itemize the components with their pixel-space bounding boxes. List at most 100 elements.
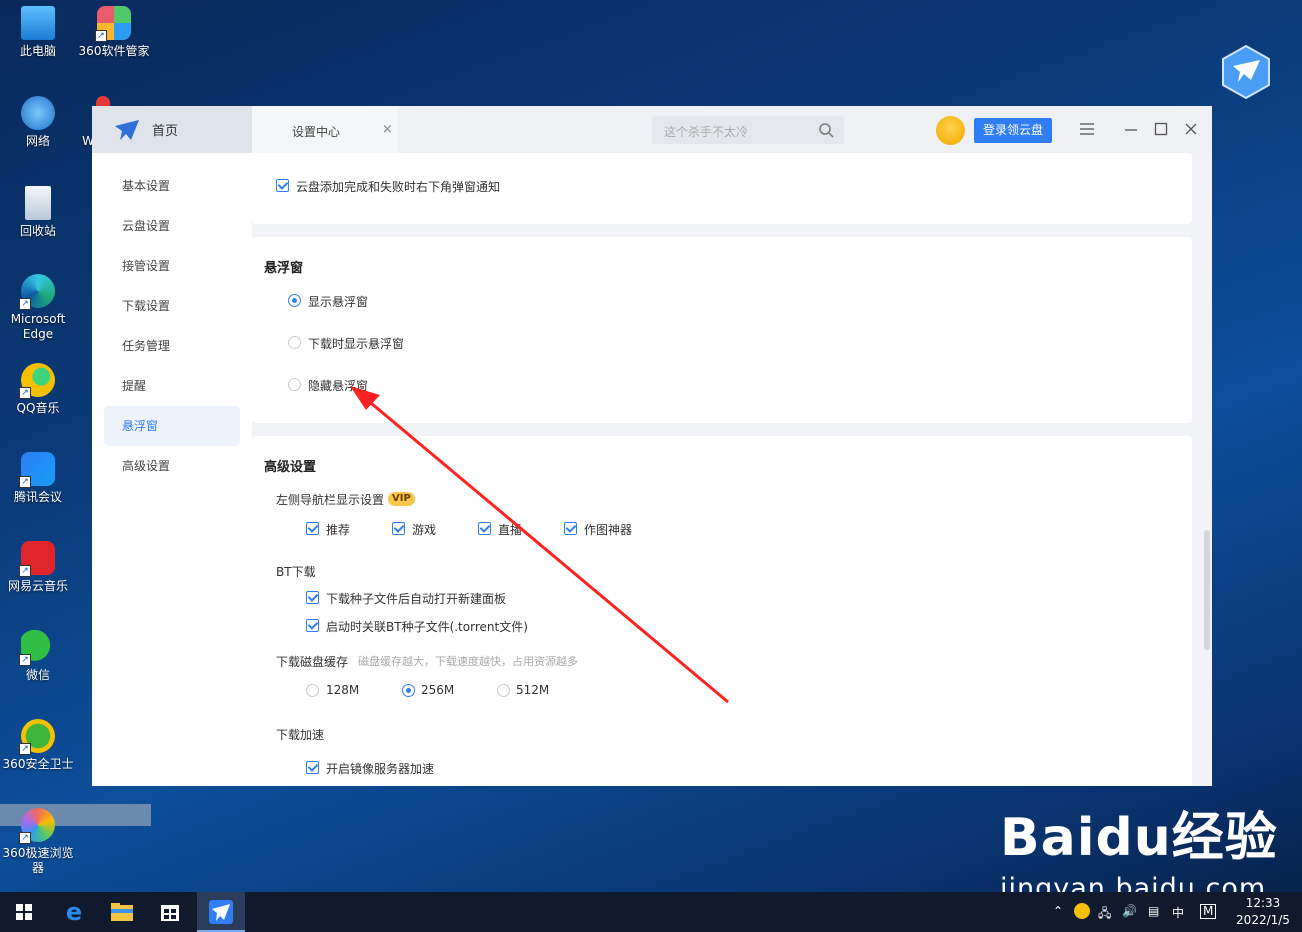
- search-input[interactable]: 这个杀手不太冷: [652, 116, 844, 144]
- app-window: 首页 设置中心 × 这个杀手不太冷 登录领云盘 基本设置 云盘设置 接管设置 下…: [92, 106, 1212, 786]
- float-download-only-label: 下载时显示悬浮窗: [308, 337, 405, 351]
- ime-chinese[interactable]: 中: [1172, 904, 1184, 921]
- tray-expand-icon[interactable]: ⌃: [1053, 904, 1063, 918]
- ime-mode[interactable]: M: [1200, 904, 1217, 919]
- float-show-label: 显示悬浮窗: [308, 295, 369, 309]
- bt-associate-checkbox[interactable]: [306, 619, 319, 632]
- float-hide-radio[interactable]: [288, 378, 301, 391]
- close-tab-icon[interactable]: ×: [382, 122, 393, 137]
- advanced-settings-card: 高级设置 左侧导航栏显示设置 VIP 推荐 游戏 直播 作图神器 BT下载 下载…: [252, 436, 1192, 786]
- desktop-icon-label: 网易云音乐: [7, 579, 68, 593]
- recycle-bin-icon: [25, 186, 51, 220]
- bt-associate-label: 启动时关联BT种子文件(.torrent文件): [326, 620, 528, 634]
- nav-recommend-label: 推荐: [326, 523, 351, 537]
- cloud-settings-card: 云盘添加完成和失败时右下角弹窗通知: [252, 153, 1192, 224]
- taskbar-clock[interactable]: 12:33 2022/1/5: [1232, 895, 1294, 929]
- sidebar-item-download[interactable]: 下载设置: [104, 286, 240, 326]
- wechat-icon: ↗: [19, 630, 55, 666]
- tab-settings[interactable]: 设置中心 ×: [252, 106, 398, 153]
- baidu-jingyan-watermark: Baidu经验 jingyan.baidu.com: [1000, 795, 1278, 904]
- mirror-accel-label: 开启镜像服务器加速: [326, 762, 435, 776]
- title-bar: 首页 设置中心 × 这个杀手不太冷 登录领云盘: [92, 106, 1212, 153]
- desktop-icon-label: 360软件管家: [78, 44, 150, 58]
- cache-512-label: 512M: [516, 683, 550, 697]
- nav-games-checkbox[interactable]: [392, 522, 405, 535]
- search-placeholder: 这个杀手不太冷: [664, 125, 749, 139]
- nav-design-checkbox[interactable]: [564, 522, 577, 535]
- download-accel-label: 下载加速: [276, 728, 325, 742]
- close-icon[interactable]: [1183, 121, 1199, 137]
- maximize-icon[interactable]: [1153, 121, 1169, 137]
- menu-icon[interactable]: [1079, 121, 1095, 137]
- volume-tray-icon[interactable]: 🔊: [1122, 904, 1137, 918]
- avatar[interactable]: [936, 116, 965, 145]
- desktop-icon-this-pc[interactable]: 此电脑: [2, 6, 74, 59]
- file-explorer-icon[interactable]: [98, 892, 146, 932]
- network-tray-icon[interactable]: 🖧: [1098, 904, 1111, 925]
- desktop-icon-360-security[interactable]: ↗ 360安全卫士: [2, 719, 74, 772]
- nav-recommend-checkbox[interactable]: [306, 522, 319, 535]
- tab-home-label: 首页: [152, 124, 179, 139]
- cloud-notify-checkbox[interactable]: [276, 179, 289, 192]
- sidebar-item-tasks[interactable]: 任务管理: [104, 326, 240, 366]
- notification-tray-icon[interactable]: ▤: [1148, 904, 1159, 918]
- sidebar-item-basic[interactable]: 基本设置: [104, 166, 240, 206]
- store-icon[interactable]: [146, 892, 194, 932]
- sidebar-item-float[interactable]: 悬浮窗: [104, 406, 240, 446]
- watermark-title: Baidu经验: [1000, 808, 1278, 868]
- float-section-title: 悬浮窗: [264, 261, 304, 276]
- desktop-icon-tencent-meeting[interactable]: ↗ 腾讯会议: [2, 452, 74, 505]
- sidebar-item-takeover[interactable]: 接管设置: [104, 246, 240, 286]
- nav-display-label: 左侧导航栏显示设置: [276, 493, 385, 507]
- cache-128-label: 128M: [326, 683, 360, 697]
- desktop-icon-recycle-bin[interactable]: 回收站: [2, 186, 74, 239]
- 360-tray-icon[interactable]: [1074, 903, 1090, 919]
- disk-cache-hint: 磁盘缓存越大，下载速度越快，占用资源越多: [358, 655, 578, 668]
- 360-browser-icon: ↗: [19, 808, 55, 844]
- float-download-only-radio[interactable]: [288, 336, 301, 349]
- sidebar-item-cloud[interactable]: 云盘设置: [104, 206, 240, 246]
- sidebar-item-advanced[interactable]: 高级设置: [104, 446, 240, 486]
- xunlei-taskbar-button[interactable]: [197, 892, 245, 932]
- content-scrollbar[interactable]: [1204, 530, 1210, 650]
- desktop-icon-qq-music[interactable]: ↗ QQ音乐: [2, 363, 74, 416]
- desktop-icon-netease-music[interactable]: ↗ 网易云音乐: [2, 541, 74, 594]
- disk-cache-label: 下载磁盘缓存: [276, 655, 349, 669]
- cache-256-radio[interactable]: [402, 684, 415, 697]
- desktop-icon-label: QQ音乐: [16, 401, 60, 415]
- login-cloud-button[interactable]: 登录领云盘: [974, 118, 1052, 143]
- desktop-icon-360-software[interactable]: ↗ 360软件管家: [78, 6, 150, 59]
- sidebar-item-reminder[interactable]: 提醒: [104, 366, 240, 406]
- mirror-accel-checkbox[interactable]: [306, 761, 319, 774]
- cache-512-radio[interactable]: [497, 684, 510, 697]
- tab-home[interactable]: 首页: [92, 106, 252, 153]
- bt-auto-open-label: 下载种子文件后自动打开新建面板: [326, 592, 507, 606]
- float-window-card: 悬浮窗 显示悬浮窗 下载时显示悬浮窗 隐藏悬浮窗: [252, 237, 1192, 423]
- windows-start-icon[interactable]: [0, 892, 48, 932]
- desktop-icon-wechat[interactable]: ↗ 微信: [2, 630, 74, 683]
- 360-software-icon: ↗: [95, 6, 131, 42]
- network-icon: [21, 96, 55, 130]
- cache-128-radio[interactable]: [306, 684, 319, 697]
- bt-auto-open-checkbox[interactable]: [306, 591, 319, 604]
- computer-icon: [21, 6, 55, 40]
- desktop-icon-360-browser[interactable]: ↗ 360极速浏览器: [2, 808, 74, 876]
- minimize-icon[interactable]: [1123, 121, 1139, 137]
- xunlei-taskbar-icon: [209, 900, 233, 924]
- xunlei-logo-icon[interactable]: [1220, 44, 1272, 100]
- desktop-icon-label: 此电脑: [19, 44, 56, 58]
- float-hide-label: 隐藏悬浮窗: [308, 379, 369, 393]
- netease-music-icon: ↗: [19, 541, 55, 577]
- desktop-icon-label: 微信: [25, 668, 50, 682]
- 360-security-icon: ↗: [19, 719, 55, 755]
- search-icon[interactable]: [818, 122, 834, 138]
- clock-time: 12:33: [1245, 896, 1281, 910]
- desktop-icon-network[interactable]: 网络: [2, 96, 74, 149]
- nav-live-checkbox[interactable]: [478, 522, 491, 535]
- svg-text:e: e: [66, 898, 82, 926]
- float-show-radio[interactable]: [288, 294, 301, 307]
- edge-taskbar-icon[interactable]: e: [50, 892, 98, 932]
- desktop-icon-label: 360安全卫士: [2, 757, 74, 771]
- cloud-notify-label: 云盘添加完成和失败时右下角弹窗通知: [296, 180, 501, 194]
- desktop-icon-edge[interactable]: ↗ Microsoft Edge: [2, 274, 74, 342]
